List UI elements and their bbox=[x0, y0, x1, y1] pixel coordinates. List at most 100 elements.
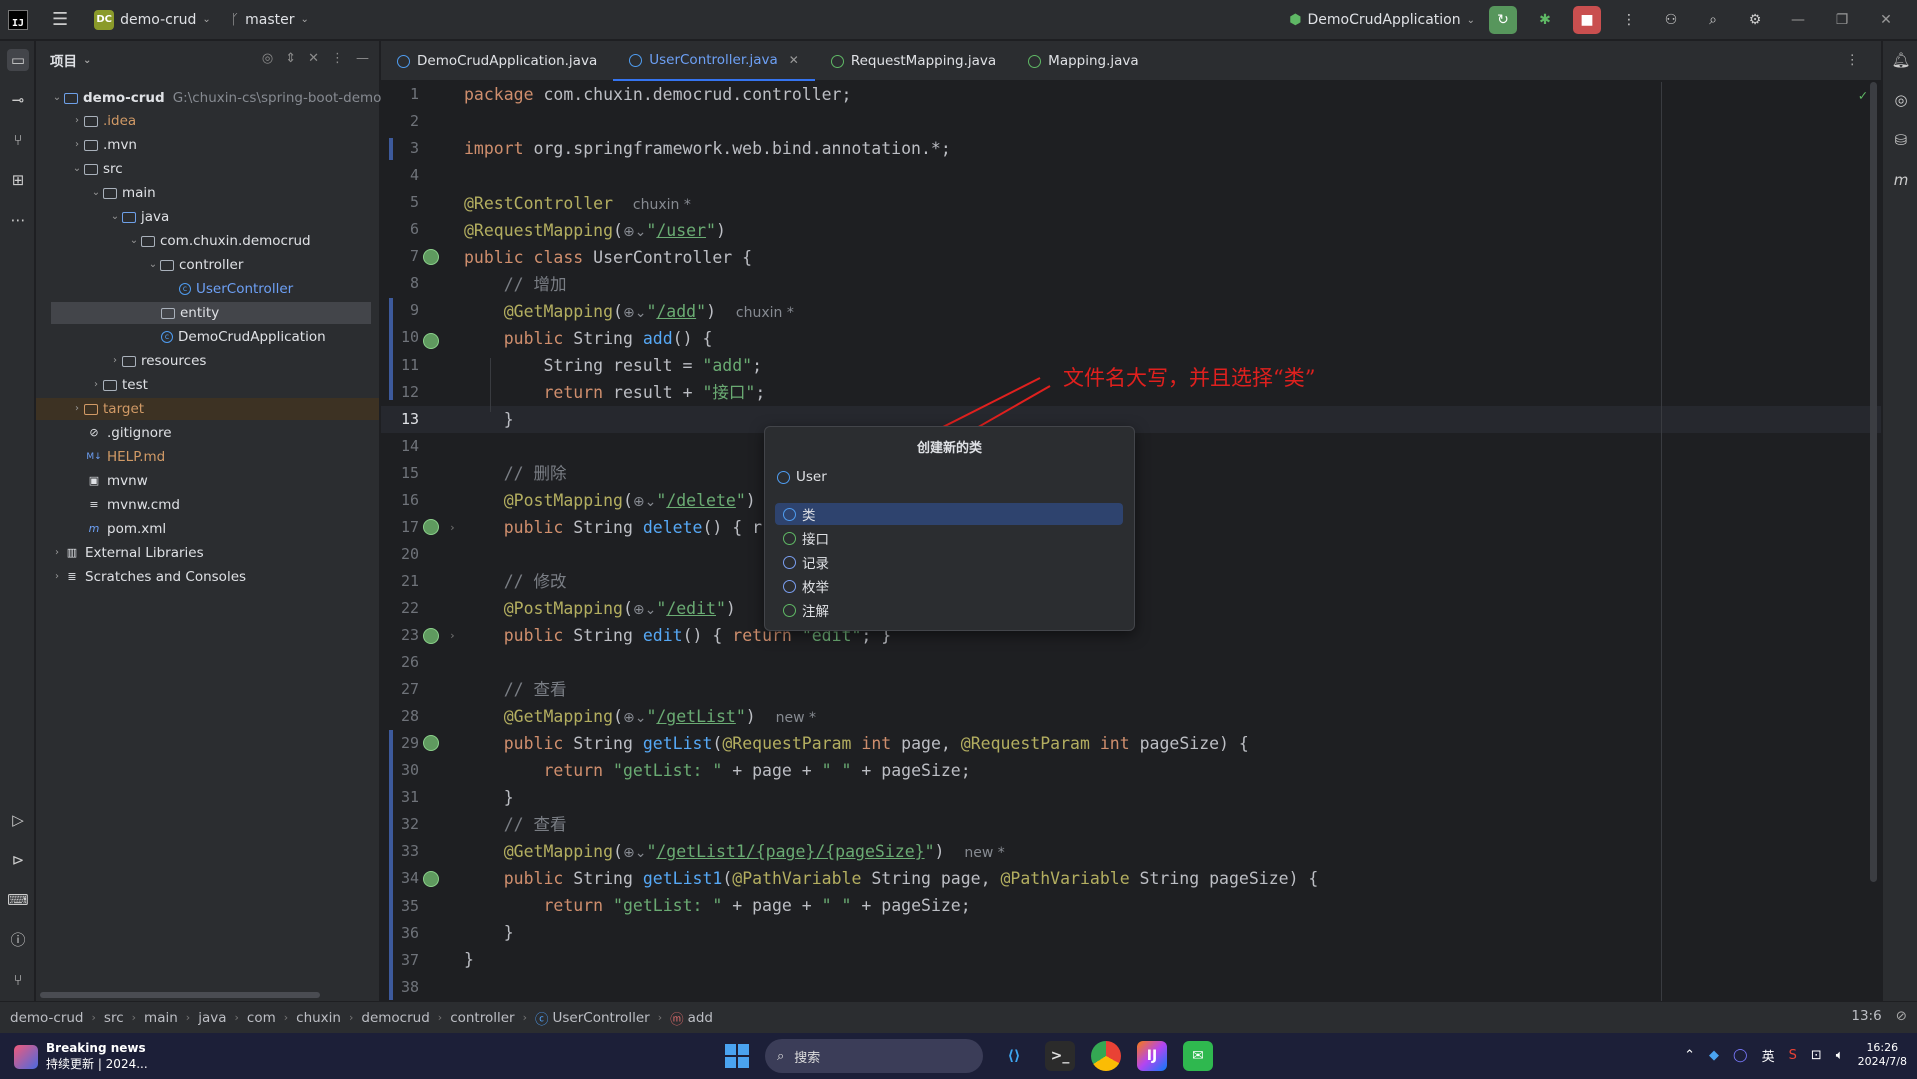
tree-item-usercontroller[interactable]: c UserController bbox=[179, 278, 293, 300]
class-name-input[interactable]: User bbox=[777, 463, 1122, 491]
tree-item-mvn[interactable]: › .mvn bbox=[70, 134, 137, 156]
breadcrumb-item[interactable]: main bbox=[144, 1010, 178, 1026]
endpoint-gutter-icon[interactable] bbox=[423, 628, 439, 644]
project-folder-icon[interactable]: ▭ bbox=[7, 49, 29, 71]
chrome-icon[interactable] bbox=[1091, 1041, 1121, 1071]
tab-requestmapping[interactable]: RequestMapping.java bbox=[815, 41, 1012, 81]
terminal-app-icon[interactable]: >_ bbox=[1045, 1041, 1075, 1071]
breadcrumb-item[interactable]: UserController bbox=[553, 1010, 650, 1026]
breadcrumb-item[interactable]: java bbox=[198, 1010, 226, 1026]
power-save-icon[interactable]: ⊘ bbox=[1896, 1008, 1907, 1024]
tab-usercontroller[interactable]: UserController.java ✕ bbox=[613, 41, 815, 81]
new-inlay[interactable]: new * bbox=[776, 710, 816, 726]
debug-icon[interactable]: ✱ bbox=[1531, 6, 1559, 34]
option-class[interactable]: 类 bbox=[775, 503, 1123, 525]
breadcrumb-item[interactable]: add bbox=[688, 1010, 713, 1026]
taskbar-search[interactable]: ⌕ 搜索 bbox=[765, 1039, 983, 1073]
minimize-button[interactable]: — bbox=[1783, 12, 1813, 28]
tree-item-demo-crud[interactable]: ⌄ demo-crud G:\chuxin-cs\spring-boot-dem… bbox=[50, 87, 394, 109]
tree-item-democrudapplication[interactable]: c DemoCrudApplication bbox=[161, 326, 326, 348]
project-switcher[interactable]: DC demo-crud ⌄ bbox=[86, 6, 219, 34]
tray-app-icon[interactable]: ◯ bbox=[1733, 1048, 1748, 1063]
tree-item-external-libraries[interactable]: › ▥ External Libraries bbox=[50, 542, 204, 564]
services-icon[interactable]: ⊳ bbox=[7, 849, 29, 871]
tree-item-resources[interactable]: › resources bbox=[108, 350, 206, 372]
intellij-app-icon[interactable]: IJ bbox=[1137, 1041, 1167, 1071]
network-icon[interactable]: ⊡ bbox=[1811, 1048, 1822, 1063]
spring-bean-gutter-icon[interactable] bbox=[423, 249, 439, 265]
fold-expand-icon[interactable]: › bbox=[449, 521, 456, 534]
breadcrumb-item[interactable]: chuxin bbox=[296, 1010, 341, 1026]
pull-requests-icon[interactable]: ⑂ bbox=[7, 129, 29, 151]
tree-item-package[interactable]: ⌄ com.chuxin.democrud bbox=[127, 230, 311, 252]
options-icon[interactable]: ⋮ bbox=[331, 51, 344, 66]
option-interface[interactable]: 接口 bbox=[775, 527, 1123, 549]
ai-assistant-icon[interactable]: ◎ bbox=[1890, 89, 1912, 111]
fold-expand-icon[interactable]: › bbox=[449, 629, 456, 642]
more-actions-icon[interactable]: ⋮ bbox=[1615, 6, 1643, 34]
endpoint-gutter-icon[interactable] bbox=[423, 519, 439, 535]
new-inlay[interactable]: new * bbox=[964, 845, 1004, 861]
run-configuration-selector[interactable]: ⬢ DemoCrudApplication ⌄ bbox=[1289, 12, 1475, 28]
tree-item-mvnw-cmd[interactable]: ≡ mvnw.cmd bbox=[86, 494, 180, 516]
intellij-logo-icon[interactable]: IJ bbox=[8, 9, 28, 30]
tree-item-test[interactable]: › test bbox=[89, 374, 148, 396]
tree-item-src[interactable]: ⌄ src bbox=[70, 158, 123, 180]
tree-item-gitignore[interactable]: ⊘ .gitignore bbox=[86, 422, 171, 444]
tree-item-controller[interactable]: ⌄ controller bbox=[146, 254, 244, 276]
run-icon[interactable]: ▷ bbox=[7, 809, 29, 831]
breadcrumb-item[interactable]: com bbox=[247, 1010, 276, 1026]
clock[interactable]: 16:26 2024/7/8 bbox=[1858, 1041, 1907, 1069]
tree-item-target[interactable]: › target bbox=[36, 398, 379, 420]
sogou-icon[interactable]: S bbox=[1789, 1048, 1797, 1063]
tray-app-icon[interactable]: ◆ bbox=[1709, 1048, 1719, 1063]
breadcrumb-item[interactable]: controller bbox=[450, 1010, 514, 1026]
restore-button[interactable]: ❐ bbox=[1827, 12, 1857, 28]
terminal-icon[interactable]: ⌨ bbox=[7, 889, 29, 911]
endpoint-gutter-icon[interactable] bbox=[423, 871, 439, 887]
vertical-scrollbar[interactable] bbox=[1870, 82, 1877, 882]
tray-expand-icon[interactable]: ⌃ bbox=[1684, 1048, 1695, 1063]
maven-icon[interactable]: m bbox=[1890, 169, 1912, 191]
volume-icon[interactable]: 🔈︎ bbox=[1836, 1048, 1844, 1063]
structure-icon[interactable]: ⊞ bbox=[7, 169, 29, 191]
tree-item-java[interactable]: ⌄ java bbox=[108, 206, 170, 228]
endpoint-gutter-icon[interactable] bbox=[423, 735, 439, 751]
tree-item-help-md[interactable]: M↓ HELP.md bbox=[86, 446, 165, 468]
more-tools-icon[interactable]: ⋯ bbox=[7, 209, 29, 231]
tab-democrudapplication[interactable]: DemoCrudApplication.java bbox=[381, 41, 613, 81]
option-annotation[interactable]: 注解 bbox=[775, 599, 1123, 621]
author-inlay[interactable]: chuxin * bbox=[736, 305, 794, 321]
close-window-button[interactable]: ✕ bbox=[1871, 12, 1901, 28]
close-tab-icon[interactable]: ✕ bbox=[789, 53, 799, 67]
caret-position[interactable]: 13:6 bbox=[1851, 1008, 1881, 1024]
tab-options-icon[interactable]: ⋮ bbox=[1846, 52, 1860, 68]
stop-button[interactable]: ■ bbox=[1573, 6, 1601, 34]
vscode-icon[interactable]: ⟨⟩ bbox=[999, 1041, 1029, 1071]
main-menu-icon[interactable]: ☰ bbox=[52, 9, 68, 30]
option-record[interactable]: 记录 bbox=[775, 551, 1123, 573]
database-icon[interactable]: ⛁ bbox=[1890, 129, 1912, 151]
git-icon[interactable]: ⑂ bbox=[7, 969, 29, 991]
option-enum[interactable]: 枚举 bbox=[775, 575, 1123, 597]
tree-item-idea[interactable]: › .idea bbox=[70, 110, 136, 132]
locate-icon[interactable]: ◎ bbox=[262, 51, 273, 66]
tree-item-entity[interactable]: entity bbox=[51, 302, 371, 324]
tab-mapping[interactable]: Mapping.java bbox=[1012, 41, 1155, 81]
tree-item-main[interactable]: ⌄ main bbox=[89, 182, 156, 204]
endpoint-gutter-icon[interactable] bbox=[423, 333, 439, 349]
settings-gear-icon[interactable]: ⚙ bbox=[1741, 6, 1769, 34]
vcs-branch-widget[interactable]: ᚴ master ⌄ bbox=[231, 12, 309, 28]
tree-item-mvnw[interactable]: ▣ mvnw bbox=[86, 470, 148, 492]
horizontal-scrollbar[interactable] bbox=[40, 992, 320, 998]
search-icon[interactable]: ⌕ bbox=[1699, 6, 1727, 34]
tree-item-scratches[interactable]: › ≣ Scratches and Consoles bbox=[50, 566, 246, 588]
add-user-icon[interactable]: ⚇ bbox=[1657, 6, 1685, 34]
author-inlay[interactable]: chuxin * bbox=[633, 197, 691, 213]
commit-icon[interactable]: ⊸ bbox=[7, 89, 29, 111]
wechat-icon[interactable]: ✉ bbox=[1183, 1041, 1213, 1071]
collapse-all-icon[interactable]: ✕ bbox=[308, 51, 319, 66]
problems-icon[interactable]: ⓘ bbox=[7, 929, 29, 951]
breadcrumb-item[interactable]: democrud bbox=[361, 1010, 429, 1026]
expand-all-icon[interactable]: ⇕ bbox=[285, 51, 296, 66]
